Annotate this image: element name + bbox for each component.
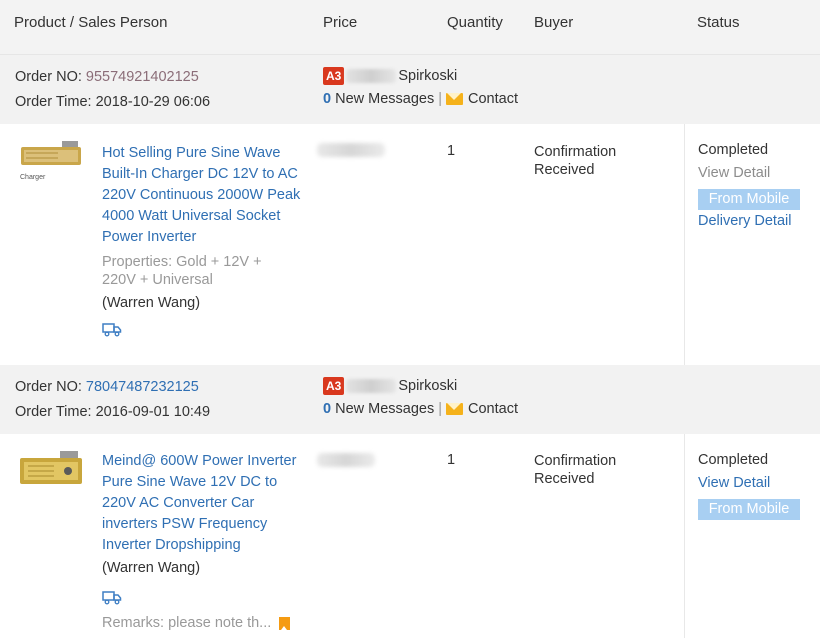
- column-header-buyer: Buyer: [534, 14, 574, 31]
- column-header-price: Price: [323, 14, 358, 31]
- column-header-status: Status: [697, 14, 740, 31]
- quantity-value: 1: [447, 143, 456, 159]
- remarks: Remarks: please note th...: [102, 615, 291, 631]
- separator: |: [438, 91, 443, 107]
- bookmark-icon[interactable]: [279, 616, 291, 630]
- thumb-caption: Charger: [20, 174, 46, 181]
- message-count: 0: [323, 91, 332, 107]
- messages-row: 0 New Messages | Contact: [323, 91, 518, 107]
- column-header-product: Product / Sales Person: [14, 14, 168, 31]
- order-header: Order NO: 95574921402125 Order Time: 201…: [0, 55, 820, 124]
- order-block: Order NO: 78047487232125 Order Time: 201…: [0, 365, 820, 638]
- blurred-seller-name: [346, 69, 397, 83]
- blurred-price: [317, 143, 385, 157]
- buyer-status: Confirmation Received: [534, 144, 617, 178]
- order-number: Order NO: 78047487232125: [15, 379, 199, 395]
- status-column: Completed View Detail From Mobile Delive…: [684, 124, 820, 365]
- column-header-quantity: Quantity: [447, 14, 503, 31]
- order-time-value: 2016-09-01 10:49: [95, 404, 211, 420]
- order-block: Order NO: 95574921402125 Order Time: 201…: [0, 55, 820, 365]
- product-title-link[interactable]: Meind@ 600W Power Inverter Pure Sine Wav…: [102, 451, 312, 556]
- sales-person: (Warren Wang): [102, 295, 201, 311]
- order-time: Order Time: 2016-09-01 10:49: [15, 404, 211, 420]
- order-number: Order NO: 95574921402125: [15, 69, 199, 85]
- from-mobile-badge: From Mobile: [698, 499, 800, 520]
- separator: |: [438, 401, 443, 417]
- new-messages-link[interactable]: New Messages: [331, 401, 434, 417]
- order-header: Order NO: 78047487232125 Order Time: 201…: [0, 365, 820, 434]
- product-thumbnail[interactable]: [18, 448, 86, 494]
- order-time-value: 2018-10-29 06:06: [95, 94, 211, 110]
- view-detail-link[interactable]: View Detail: [698, 165, 770, 181]
- delivery-detail-link[interactable]: Delivery Detail: [698, 213, 791, 229]
- table-header: Product / Sales Person Price Quantity Bu…: [0, 0, 820, 55]
- order-time: Order Time: 2018-10-29 06:06: [15, 94, 211, 110]
- truck-icon[interactable]: [102, 322, 122, 337]
- product-thumbnail[interactable]: Charger: [18, 139, 86, 185]
- order-status: Completed: [698, 452, 769, 468]
- seller-info: A3 Spirkoski: [323, 67, 457, 87]
- quantity-value: 1: [447, 452, 456, 468]
- order-number-link[interactable]: 95574921402125: [86, 69, 199, 85]
- mail-icon: [446, 403, 464, 416]
- truck-icon[interactable]: [102, 590, 122, 605]
- seller-level-badge: A3: [323, 377, 345, 395]
- new-messages-link[interactable]: New Messages: [331, 91, 434, 107]
- seller-info: A3 Spirkoski: [323, 377, 457, 397]
- product-properties: Properties: Gold + 12V + 220V + Universa…: [102, 254, 262, 288]
- order-item-row: Charger Hot Selling Pure Sine Wave Built…: [0, 124, 820, 365]
- order-status: Completed: [698, 142, 769, 158]
- view-detail-link[interactable]: View Detail: [698, 475, 770, 491]
- messages-row: 0 New Messages | Contact: [323, 401, 518, 417]
- sales-person: (Warren Wang): [102, 560, 201, 576]
- contact-link[interactable]: Contact: [468, 401, 518, 417]
- remarks-text: Remarks: please note th...: [102, 615, 272, 631]
- buyer-status: Confirmation Received: [534, 453, 617, 487]
- seller-name[interactable]: Spirkoski: [398, 68, 457, 84]
- from-mobile-badge: From Mobile: [698, 189, 800, 210]
- mail-icon: [446, 93, 464, 106]
- message-count: 0: [323, 401, 332, 417]
- seller-name[interactable]: Spirkoski: [398, 378, 457, 394]
- contact-link[interactable]: Contact: [468, 91, 518, 107]
- product-title-link[interactable]: Hot Selling Pure Sine Wave Built-In Char…: [102, 143, 312, 248]
- blurred-seller-name: [346, 379, 397, 393]
- order-number-link[interactable]: 78047487232125: [86, 379, 199, 395]
- order-item-row: Meind@ 600W Power Inverter Pure Sine Wav…: [0, 434, 820, 638]
- blurred-price: [317, 453, 375, 467]
- status-column: Completed View Detail From Mobile: [684, 434, 820, 638]
- seller-level-badge: A3: [323, 67, 345, 85]
